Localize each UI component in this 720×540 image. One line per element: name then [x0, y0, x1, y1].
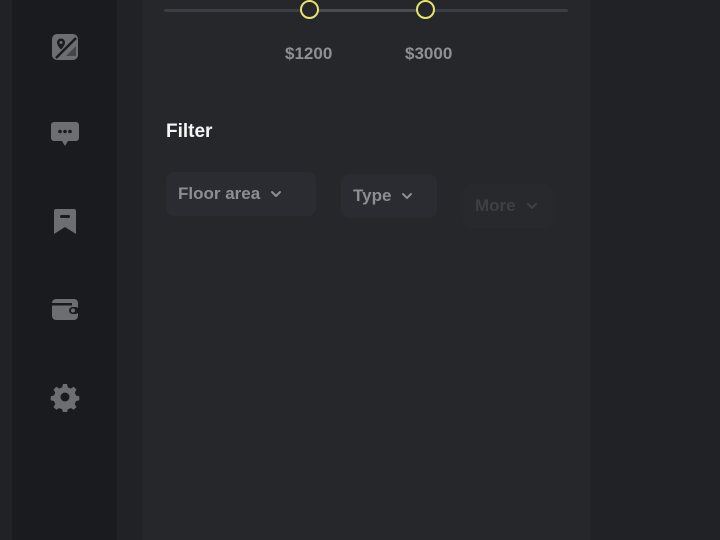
type-label: Type: [353, 186, 392, 205]
bookmark-icon[interactable]: [48, 204, 82, 238]
wallet-icon[interactable]: [48, 292, 82, 326]
price-slider-range: [310, 9, 425, 12]
more-dropdown[interactable]: More: [463, 184, 553, 228]
chevron-down-icon: [402, 193, 413, 199]
gear-icon[interactable]: [48, 380, 82, 414]
filter-heading: Filter: [166, 121, 213, 142]
map-icon[interactable]: [48, 30, 82, 64]
chevron-down-icon: [271, 191, 282, 197]
floor-area-label: Floor area: [178, 184, 261, 203]
price-max-label: $3000: [405, 44, 453, 63]
more-label: More: [475, 196, 516, 215]
type-dropdown[interactable]: Type: [341, 174, 437, 218]
right-background: [590, 0, 720, 540]
app-screen: $1200 $3000 Filter Floor area Type More: [0, 0, 720, 540]
floor-area-dropdown[interactable]: Floor area: [166, 172, 316, 216]
sidebar-nav: [12, 0, 117, 540]
price-min-label: $1200: [285, 44, 333, 63]
price-slider-min-handle[interactable]: [300, 0, 319, 19]
chevron-down-icon: [526, 203, 537, 209]
chat-icon[interactable]: [48, 116, 82, 150]
filter-panel: $1200 $3000 Filter Floor area Type More: [142, 0, 590, 540]
price-slider-max-handle[interactable]: [416, 0, 435, 19]
